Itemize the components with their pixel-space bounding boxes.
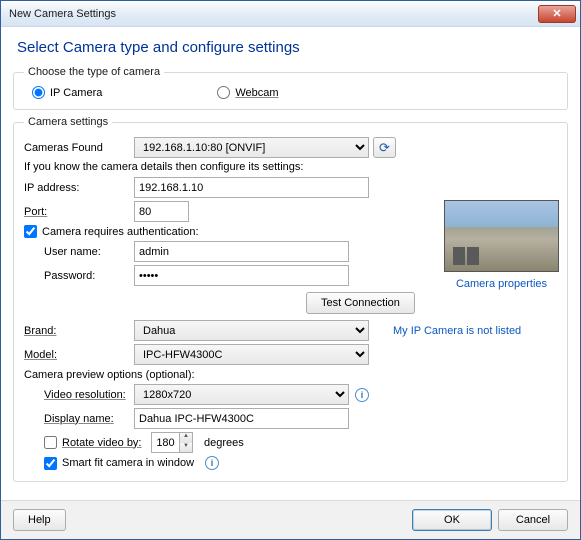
port-label: Port: xyxy=(24,206,134,218)
cameras-found-select[interactable]: 192.168.1.10:80 [ONVIF] xyxy=(134,137,369,158)
dialog-footer: Help OK Cancel xyxy=(1,500,580,539)
rotate-spinner[interactable]: ▲▼ xyxy=(151,432,193,453)
resolution-select[interactable]: 1280x720 xyxy=(134,384,349,405)
model-label: Model: xyxy=(24,349,134,361)
ip-input[interactable] xyxy=(134,177,369,198)
ip-label: IP address: xyxy=(24,182,134,194)
titlebar: New Camera Settings ✕ xyxy=(1,1,580,27)
test-connection-button[interactable]: Test Connection xyxy=(306,292,415,314)
camera-type-legend: Choose the type of camera xyxy=(24,66,164,78)
info-icon[interactable]: i xyxy=(355,388,369,402)
help-button[interactable]: Help xyxy=(13,509,66,531)
camera-properties-link[interactable]: Camera properties xyxy=(444,278,559,290)
camera-settings-legend: Camera settings xyxy=(24,116,112,128)
page-heading: Select Camera type and configure setting… xyxy=(17,39,568,56)
password-input[interactable] xyxy=(134,265,349,286)
username-label: User name: xyxy=(44,246,134,258)
camera-settings-group: Camera settings Cameras Found 192.168.1.… xyxy=(13,116,568,482)
username-input[interactable] xyxy=(134,241,349,262)
info-icon-2[interactable]: i xyxy=(205,456,219,470)
cameras-found-label: Cameras Found xyxy=(24,142,134,154)
ip-camera-label: IP Camera xyxy=(50,87,102,99)
spin-up-icon[interactable]: ▲ xyxy=(180,433,192,443)
rotate-label: Rotate video by: xyxy=(62,437,146,449)
camera-preview-image xyxy=(444,200,559,272)
ok-button[interactable]: OK xyxy=(412,509,492,531)
close-button[interactable]: ✕ xyxy=(538,5,576,23)
spin-down-icon[interactable]: ▼ xyxy=(180,443,192,453)
webcam-label: Webcam xyxy=(235,87,278,99)
display-name-input[interactable] xyxy=(134,408,349,429)
auth-label: Camera requires authentication: xyxy=(42,226,199,238)
smartfit-checkbox[interactable] xyxy=(44,457,57,470)
settings-hint: If you know the camera details then conf… xyxy=(24,161,557,173)
refresh-button[interactable]: ⟳ xyxy=(373,137,396,158)
brand-select[interactable]: Dahua xyxy=(134,320,369,341)
port-input[interactable] xyxy=(134,201,189,222)
close-icon: ✕ xyxy=(552,7,561,20)
rotate-checkbox[interactable] xyxy=(44,436,57,449)
camera-type-group: Choose the type of camera IP Camera Webc… xyxy=(13,66,568,110)
ip-camera-radio[interactable]: IP Camera xyxy=(32,86,102,99)
rotate-input[interactable] xyxy=(151,432,179,453)
brand-label: Brand: xyxy=(24,325,134,337)
webcam-radio[interactable]: Webcam xyxy=(217,86,278,99)
password-label: Password: xyxy=(44,270,134,282)
cancel-button[interactable]: Cancel xyxy=(498,509,568,531)
webcam-radio-input[interactable] xyxy=(217,86,230,99)
dialog-window: New Camera Settings ✕ Select Camera type… xyxy=(0,0,581,540)
preview-section-label: Camera preview options (optional): xyxy=(24,369,557,381)
refresh-icon: ⟳ xyxy=(379,140,390,156)
model-select[interactable]: IPC-HFW4300C xyxy=(134,344,369,365)
not-listed-link[interactable]: My IP Camera is not listed xyxy=(393,325,521,337)
smartfit-label: Smart fit camera in window xyxy=(62,457,194,469)
auth-checkbox[interactable] xyxy=(24,225,37,238)
preview-area: Camera properties xyxy=(444,200,559,290)
ip-camera-radio-input[interactable] xyxy=(32,86,45,99)
resolution-label: Video resolution: xyxy=(44,389,134,401)
display-name-label: Display name: xyxy=(44,413,134,425)
window-title: New Camera Settings xyxy=(9,8,538,20)
rotate-suffix: degrees xyxy=(204,437,244,449)
